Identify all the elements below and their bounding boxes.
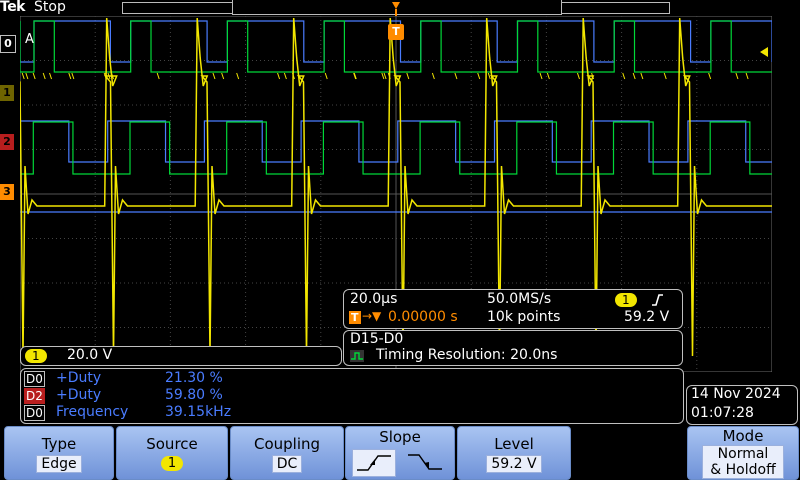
- softkey-source[interactable]: Source 1: [116, 426, 228, 480]
- softkey-level[interactable]: Level 59.2 V: [457, 426, 571, 480]
- trigger-position-icon: [390, 0, 402, 16]
- slope-rising-option[interactable]: [352, 449, 396, 477]
- time-per-division: 20.0µs: [350, 291, 397, 307]
- status-bar: Tek Stop: [0, 0, 800, 16]
- slope-falling-option[interactable]: [404, 449, 446, 475]
- mode-value: Normal: [703, 446, 783, 462]
- timebase-readout[interactable]: 20.0µs 50.0MS/s 1 T →▼ 0.00000 s 10k poi…: [343, 289, 683, 329]
- softkey-coupling[interactable]: Coupling DC: [230, 426, 344, 480]
- trigger-t-marker[interactable]: T: [388, 24, 404, 40]
- timing-resolution: Timing Resolution: 20.0ns: [376, 347, 557, 363]
- measurement-source: D0: [24, 405, 45, 421]
- measurement-value: 39.15kHz: [165, 404, 231, 420]
- trigger-source-badge: 1: [615, 293, 637, 307]
- grid-label: A: [25, 32, 34, 47]
- measurement-value: 21.30 %: [165, 370, 223, 386]
- channel-2-marker[interactable]: 2: [0, 134, 14, 150]
- measurements-panel[interactable]: D0 +Duty 21.30 % D2 +Duty 59.80 % D0 Frequency 3…: [20, 368, 684, 424]
- digital-group-label: D15-D0: [350, 331, 403, 347]
- measurement-value: 59.80 %: [165, 387, 223, 403]
- trigger-level-value: 59.2 V: [624, 309, 669, 325]
- time-label: 01:07:28: [691, 405, 754, 421]
- digital-waveform-icon: [350, 350, 364, 362]
- level-value: 59.2 V: [486, 455, 541, 473]
- type-value: Edge: [36, 455, 81, 473]
- coupling-value: DC: [272, 455, 303, 473]
- softkey-type[interactable]: Type Edge: [4, 426, 114, 480]
- channel-0-marker[interactable]: 0: [0, 35, 16, 53]
- measurement-source: D0: [24, 371, 45, 387]
- measurement-name: +Duty: [56, 387, 101, 403]
- digital-channels-readout[interactable]: D15-D0 Timing Resolution: 20.0ns: [343, 330, 683, 366]
- date-time-display: 14 Nov 2024 01:07:28: [686, 385, 798, 425]
- trigger-offset: 0.00000 s: [388, 309, 458, 325]
- trigger-level-arrow[interactable]: [758, 43, 770, 55]
- measurement-name: Frequency: [56, 404, 128, 420]
- channel-1-marker[interactable]: 1: [0, 85, 14, 101]
- record-length: 10k points: [487, 309, 560, 325]
- trigger-rising-slope-icon: [650, 293, 664, 307]
- trigger-position-marker[interactable]: [390, 0, 402, 16]
- trigger-position-badge: T: [349, 311, 361, 324]
- channel-1-scale-readout[interactable]: 1 20.0 V: [20, 346, 342, 366]
- softkey-slope[interactable]: Slope: [345, 426, 455, 480]
- trigger-level-icon: [758, 46, 770, 58]
- measurement-row[interactable]: D2 +Duty 59.80 %: [24, 388, 664, 404]
- falling-edge-icon: [404, 449, 446, 475]
- measurement-name: +Duty: [56, 370, 101, 386]
- measurement-row[interactable]: D0 Frequency 39.15kHz: [24, 405, 664, 421]
- measurement-row[interactable]: D0 +Duty 21.30 %: [24, 371, 664, 387]
- channel-1-badge: 1: [25, 349, 47, 363]
- holdoff-value: & Holdoff: [703, 462, 783, 478]
- acquisition-status: Stop: [34, 0, 66, 15]
- channel-3-marker[interactable]: 3: [0, 184, 14, 200]
- softkey-bar: Type Edge Source 1 Coupling DC Slope Lev…: [0, 426, 800, 480]
- brand-logo: Tek: [0, 0, 25, 15]
- date-label: 14 Nov 2024: [691, 386, 781, 402]
- source-value: 1: [161, 456, 183, 471]
- sample-rate: 50.0MS/s: [487, 291, 551, 307]
- trigger-offset-arrow: →▼: [362, 309, 381, 323]
- measurement-source: D2: [24, 388, 45, 404]
- softkey-mode[interactable]: Mode Normal & Holdoff: [687, 426, 799, 480]
- rising-edge-icon: [353, 450, 395, 476]
- channel-1-volts-per-div: 20.0 V: [67, 347, 112, 363]
